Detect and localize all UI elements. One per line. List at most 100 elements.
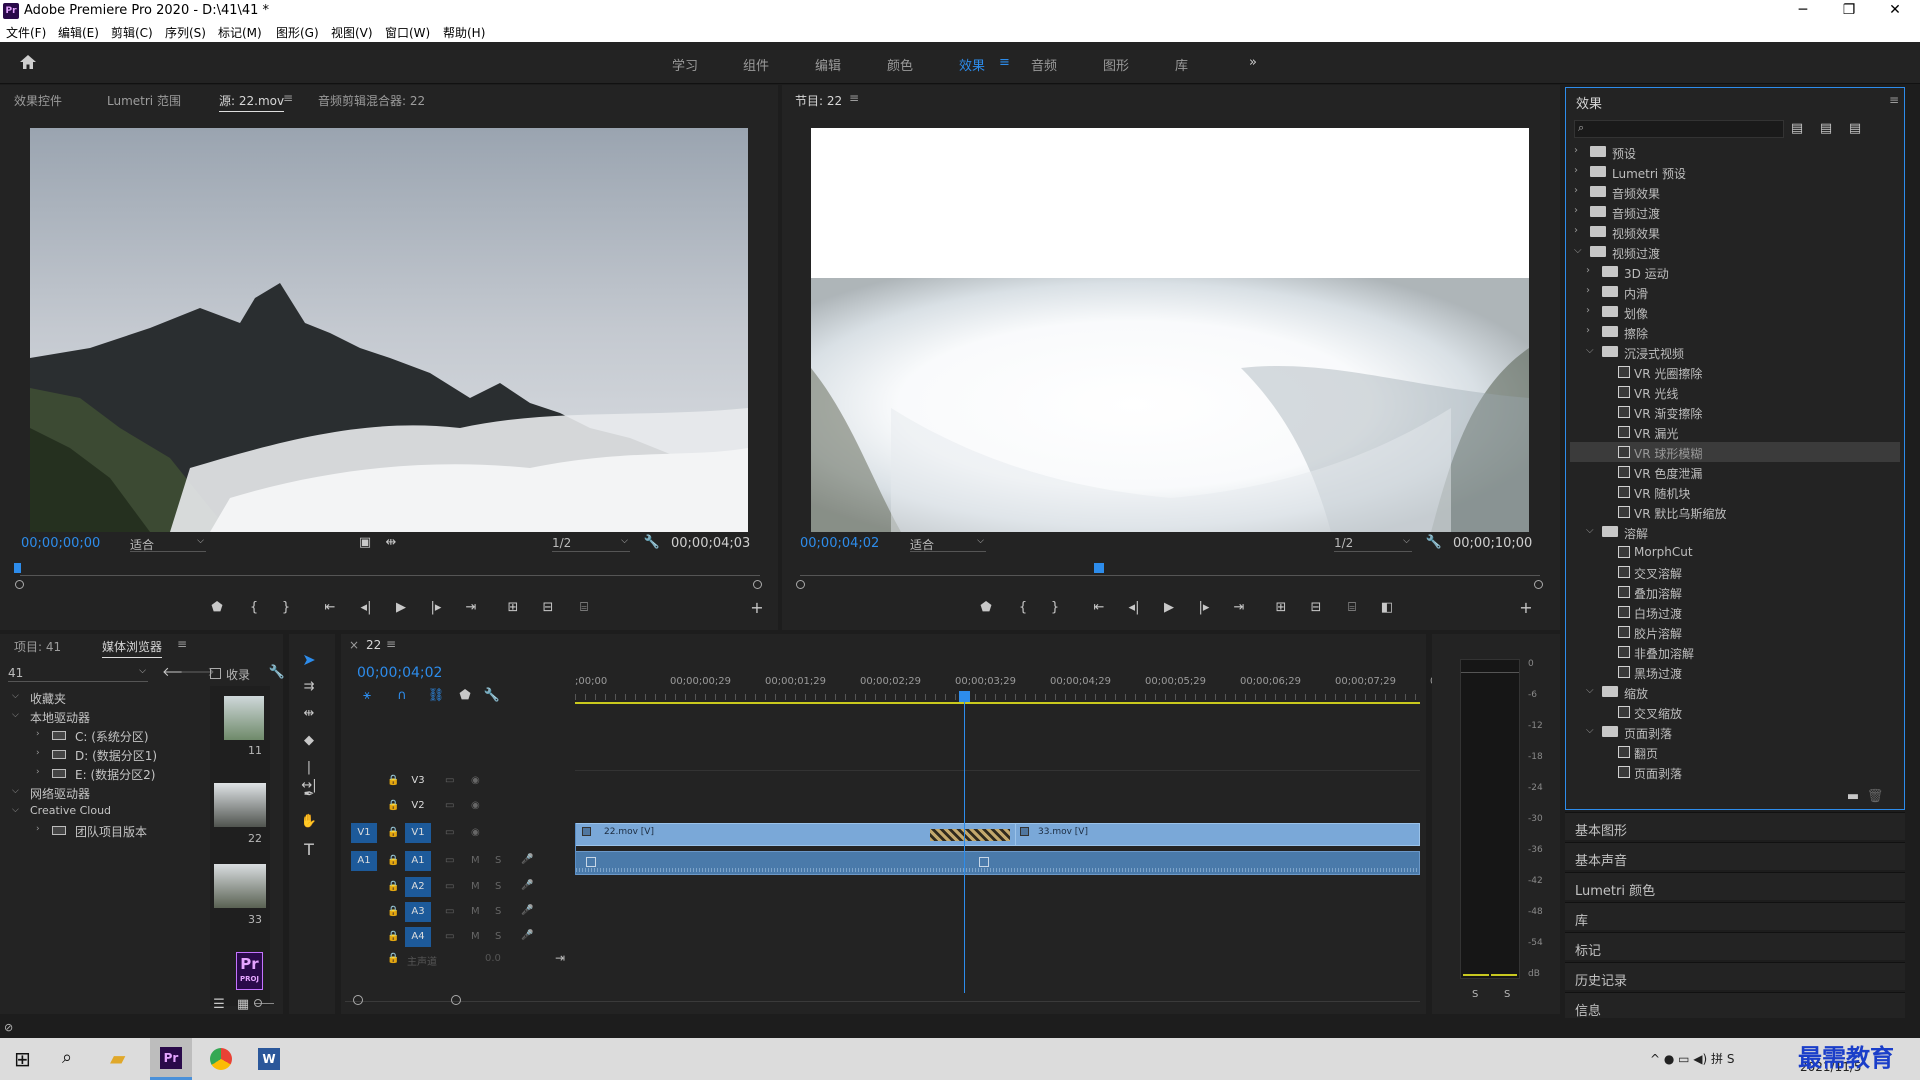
back-arrow-icon[interactable]: 🡐 xyxy=(162,664,197,682)
tab-sequence[interactable]: 22 xyxy=(366,638,381,652)
source-video-frame[interactable] xyxy=(30,128,748,532)
menu-marker[interactable]: 标记(M) xyxy=(218,24,262,41)
forward-arrow-icon[interactable]: 🡒 xyxy=(180,664,215,682)
track-sync-lock-icon[interactable]: ▭ xyxy=(445,855,454,866)
effect-item[interactable]: 叠加溶解 xyxy=(1570,582,1900,602)
track-target-v3[interactable]: V1 xyxy=(405,823,431,843)
track-sync-lock-icon[interactable]: ▭ xyxy=(445,906,454,917)
folder-dropdown[interactable]: 41 ⌵ xyxy=(8,666,148,682)
program-playhead[interactable] xyxy=(1094,563,1104,573)
timeline-timecode[interactable]: 00;00;04;02 xyxy=(357,665,442,681)
source-tab-menu-icon[interactable]: ≡ xyxy=(283,91,293,105)
collapsed-panel-0[interactable]: 基本图形 xyxy=(1565,812,1905,840)
media-browser-tree-item[interactable]: ⌵ 收藏夹 xyxy=(0,688,205,707)
32bit-effects-icon[interactable]: ▤ xyxy=(1817,120,1835,138)
media-browser-tree-item[interactable]: ⌵ 本地驱动器 xyxy=(0,707,205,726)
timeline-playhead-line[interactable] xyxy=(964,695,965,993)
effects-bin[interactable]: ⌵ 视频过渡 xyxy=(1570,242,1900,262)
minimize-button[interactable]: ─ xyxy=(1780,0,1826,22)
effect-item[interactable]: MorphCut xyxy=(1570,542,1900,562)
effect-item[interactable]: 交叉溶解 xyxy=(1570,562,1900,582)
effects-bin[interactable]: › 擦除 xyxy=(1570,322,1900,342)
tab-project[interactable]: 项目: 41 xyxy=(14,638,61,655)
go-to-in-icon[interactable]: ⇤ xyxy=(321,599,339,617)
track-sync-lock-icon[interactable]: ▭ xyxy=(445,775,454,786)
program-go-to-in-icon[interactable]: ⇤ xyxy=(1090,599,1108,617)
delete-trash-icon[interactable]: 🗑 xyxy=(1866,788,1884,806)
sequence-tab-menu-icon[interactable]: ≡ xyxy=(386,637,396,651)
effect-item[interactable]: 页面剥落 xyxy=(1570,762,1900,782)
workspace-audio[interactable]: 音频 xyxy=(1031,55,1057,74)
track-sync-lock-icon[interactable]: ▭ xyxy=(445,931,454,942)
track-lock-icon[interactable]: 🔒 xyxy=(387,953,399,964)
media-browser-tree-item[interactable]: › E: (数据分区2) xyxy=(0,764,205,783)
video-clip-33[interactable]: 33.mov [V] xyxy=(1015,823,1420,846)
menu-help[interactable]: 帮助(H) xyxy=(443,24,485,41)
menu-edit[interactable]: 编辑(E) xyxy=(58,24,99,41)
track-solo-icon[interactable]: S xyxy=(495,855,501,866)
extract-icon[interactable]: ⊟ xyxy=(1307,599,1325,617)
program-scrub-bar[interactable] xyxy=(800,575,1540,576)
program-step-back-icon[interactable]: ◂| xyxy=(1125,599,1143,617)
workspace-color[interactable]: 颜色 xyxy=(887,55,913,74)
effects-panel-menu-icon[interactable]: ≡ xyxy=(1889,93,1899,107)
track-lock-icon[interactable]: 🔒 xyxy=(387,800,399,811)
effect-item[interactable]: VR 漏光 xyxy=(1570,422,1900,442)
source-zoom-right-handle[interactable] xyxy=(753,580,762,589)
tab-source[interactable]: 源: 22.mov xyxy=(219,92,285,112)
chevron-down-icon[interactable]: ⌵ xyxy=(12,786,19,796)
accelerated-effects-icon[interactable]: ▤ xyxy=(1788,120,1806,138)
export-frame-camera-icon[interactable]: ⌸ xyxy=(575,599,593,617)
chevron-right-icon[interactable]: › xyxy=(36,824,40,834)
premiere-project-file-icon[interactable]: Pr PROJ xyxy=(236,952,263,990)
tab-effect-controls[interactable]: 效果控件 xyxy=(14,92,62,109)
effect-item[interactable]: VR 光线 xyxy=(1570,382,1900,402)
track-lock-icon[interactable]: 🔒 xyxy=(387,931,399,942)
ingest-checkbox[interactable] xyxy=(210,668,221,679)
program-step-forward-icon[interactable]: |▸ xyxy=(1195,599,1213,617)
pen-tool-icon[interactable]: ✒ xyxy=(300,786,318,804)
chevron-right-icon[interactable]: › xyxy=(1586,325,1590,336)
effects-bin[interactable]: ⌵ 缩放 xyxy=(1570,682,1900,702)
effects-bin[interactable]: › Lumetri 预设 xyxy=(1570,162,1900,182)
track-mute-icon[interactable]: M xyxy=(471,855,480,866)
program-settings-wrench-icon[interactable]: 🔧 xyxy=(1425,534,1443,552)
solo-right-button[interactable]: S xyxy=(1504,989,1510,1000)
ripple-edit-tool-icon[interactable]: ⇹ xyxy=(300,705,318,723)
thumbnail-11[interactable] xyxy=(224,696,264,740)
home-icon[interactable] xyxy=(18,53,38,71)
track-mute-icon[interactable]: M xyxy=(471,881,480,892)
chevron-right-icon[interactable]: › xyxy=(36,767,40,777)
chevron-right-icon[interactable]: › xyxy=(1574,225,1578,236)
track-target-v2[interactable]: V2 xyxy=(405,796,431,816)
effect-item[interactable]: VR 色度泄漏 xyxy=(1570,462,1900,482)
program-zoom-right-handle[interactable] xyxy=(1534,580,1543,589)
timeline-add-marker-icon[interactable]: ⬟ xyxy=(456,687,474,705)
mark-in-icon[interactable]: { xyxy=(245,599,263,617)
tab-program[interactable]: 节目: 22 xyxy=(795,92,842,109)
track-sync-lock-icon[interactable]: ▭ xyxy=(445,881,454,892)
timeline-ruler[interactable]: ;00;00 00;00;00;29 00;00;01;29 00;00;02;29 0… xyxy=(575,670,1446,710)
effects-bin[interactable]: › 划像 xyxy=(1570,302,1900,322)
chrome-taskbar-icon[interactable] xyxy=(210,1048,232,1070)
chevron-right-icon[interactable]: › xyxy=(36,729,40,739)
source-scrub-bar[interactable] xyxy=(20,575,760,576)
track-voiceover-mic-icon[interactable]: 🎤 xyxy=(521,880,533,891)
effect-item[interactable]: 胶片溶解 xyxy=(1570,622,1900,642)
slip-tool-icon[interactable]: |↔| xyxy=(300,759,318,793)
mark-out-icon[interactable]: } xyxy=(277,599,295,617)
thumbnail-22[interactable] xyxy=(214,783,266,827)
collapsed-panel-6[interactable]: 信息 xyxy=(1565,992,1905,1020)
go-to-out-icon[interactable]: ⇥ xyxy=(462,599,480,617)
effects-bin[interactable]: › 预设 xyxy=(1570,142,1900,162)
type-tool-icon[interactable]: T xyxy=(300,841,318,859)
timeline-settings-wrench-icon[interactable]: 🔧 xyxy=(483,687,501,705)
track-voiceover-mic-icon[interactable]: 🎤 xyxy=(521,854,533,865)
effects-bin[interactable]: ⌵ 沉浸式视频 xyxy=(1570,342,1900,362)
media-browser-tree-item[interactable]: ⌵ Creative Cloud xyxy=(0,802,205,821)
close-sequence-tab-icon[interactable]: × xyxy=(349,638,359,652)
chevron-right-icon[interactable]: › xyxy=(1586,265,1590,276)
add-marker-icon[interactable]: ⬟ xyxy=(208,599,226,617)
ingest-settings-wrench-icon[interactable]: 🔧 xyxy=(268,664,286,682)
track-target-a3[interactable]: A3 xyxy=(405,902,431,922)
